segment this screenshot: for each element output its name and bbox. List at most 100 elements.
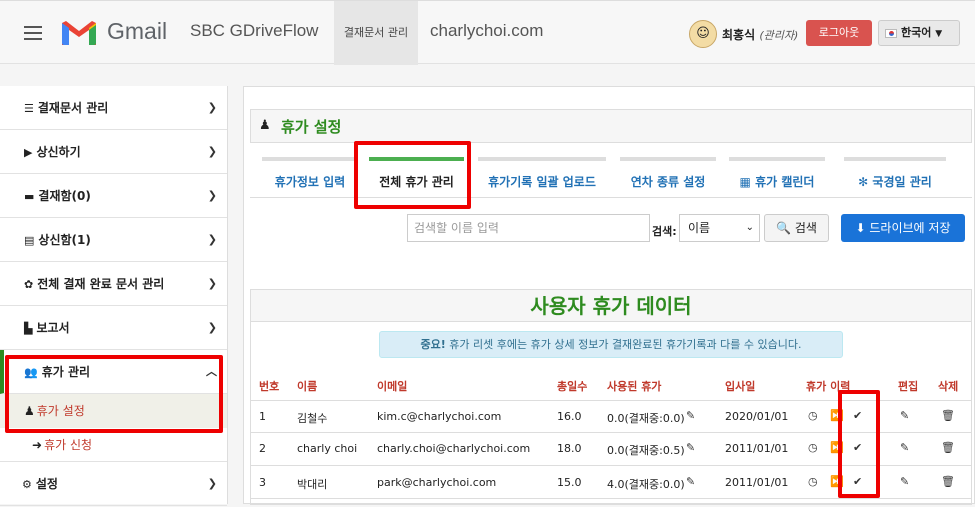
row-divider	[251, 498, 971, 499]
calendar-icon: ▦	[739, 175, 751, 189]
search-field-select[interactable]: 이름 ⌄	[679, 214, 760, 242]
language-label: 한국어	[901, 26, 932, 39]
sidebar-item-settings[interactable]: ⚙ 설정 ❯	[0, 462, 227, 506]
tab-calendar[interactable]: ▦ 휴가 캘린더	[729, 157, 825, 197]
tab-label: 국경일 관리	[872, 175, 932, 189]
app-name[interactable]: SBC GDriveFlow	[190, 21, 318, 41]
cell-total: 18.0	[557, 442, 582, 455]
list-box-icon: ▤	[24, 234, 35, 247]
sidebar-subitem-label: 휴가 신청	[44, 438, 93, 452]
hamburger-menu-icon[interactable]	[24, 26, 42, 44]
sidebar-item-label: 결재함(0)	[38, 189, 91, 203]
notice-banner: 중요! 휴가 리셋 후에는 휴가 상세 정보가 결재완료된 휴가기록과 다를 수…	[379, 331, 843, 358]
cell-no: 1	[259, 410, 266, 423]
edit-icon[interactable]: ✎	[900, 441, 909, 454]
highlight-box-history	[838, 390, 880, 498]
chevron-down-icon: ⌄	[745, 222, 754, 233]
cell-total: 16.0	[557, 410, 582, 423]
column-header-delete: 삭제	[938, 380, 959, 393]
document-icon: ▙	[24, 322, 33, 335]
cog-icon: ⚙	[22, 478, 32, 491]
sidebar-item-inbox[interactable]: ▬ 결재함(0) ❯	[0, 174, 227, 218]
cell-email: kim.c@charlychoi.com	[377, 410, 502, 423]
cell-name: 박대리	[297, 478, 328, 491]
search-button-label: 검색	[794, 221, 817, 235]
sidebar-item-label: 결재문서 관리	[37, 101, 109, 115]
history-icon[interactable]: ◷	[808, 409, 818, 422]
cell-used: 0.0(결재중:0.5)	[607, 444, 685, 457]
column-header-edit: 편집	[898, 380, 919, 393]
page-title: 휴가 설정	[281, 118, 342, 136]
user-name-text: 최홍식	[722, 28, 756, 42]
edit-icon[interactable]: ✎	[900, 475, 909, 488]
cell-name: 김철수	[297, 412, 328, 425]
section-title: 사용자 휴가 데이터	[251, 290, 971, 322]
highlight-box-sidebar	[5, 355, 223, 433]
search-button[interactable]: 🔍 검색	[764, 214, 829, 242]
sidebar-item-completed-docs[interactable]: ✿ 전체 결재 완료 문서 관리 ❯	[0, 262, 227, 306]
chevron-down-icon: ❯	[207, 277, 217, 290]
chevron-down-icon: ❯	[207, 477, 217, 490]
edit-used-icon[interactable]: ✎	[686, 409, 695, 422]
domain-label: charlychoi.com	[430, 21, 544, 40]
notice-text: 휴가 리셋 후에는 휴가 상세 정보가 결재완료된 휴가기록과 다를 수 있습니…	[449, 338, 802, 351]
tab-bulk-upload[interactable]: 휴가기록 일괄 업로드	[478, 157, 606, 197]
gmail-logo-icon[interactable]	[60, 19, 98, 47]
trash-icon[interactable]: 🗑	[941, 409, 955, 422]
drive-button-label: 드라이브에 저장	[869, 221, 951, 235]
sidebar-item-label: 전체 결재 완료 문서 관리	[37, 277, 165, 291]
edit-used-icon[interactable]: ✎	[686, 475, 695, 488]
column-header-total: 총일수	[557, 380, 588, 393]
gmail-wordmark[interactable]: Gmail	[107, 18, 167, 45]
save-to-drive-button[interactable]: ⬇ 드라이브에 저장	[841, 214, 965, 242]
asterisk-icon: ✻	[858, 175, 869, 189]
history-icon[interactable]: ◷	[808, 475, 818, 488]
select-value: 이름	[688, 221, 711, 235]
cell-email: park@charlychoi.com	[377, 476, 497, 489]
highlight-box-tab	[354, 141, 471, 209]
cell-joined: 2011/01/01	[725, 476, 789, 489]
sidebar-item-reports[interactable]: ▙ 보고서 ❯	[0, 306, 227, 350]
column-header-email: 이메일	[377, 380, 408, 393]
edit-used-icon[interactable]: ✎	[686, 441, 695, 454]
korea-flag-icon	[885, 28, 897, 38]
sidebar-item-label: 상신하기	[36, 145, 81, 159]
sidebar-subitem-vacation-request[interactable]: ➜ 휴가 신청	[0, 428, 227, 462]
search-input[interactable]: 검색할 이름 입력	[407, 214, 650, 242]
language-selector[interactable]: 한국어 ▼	[878, 20, 960, 46]
user-name: 최홍식 (관리자)	[722, 26, 798, 43]
sidebar-item-outbox[interactable]: ▤ 상신함(1) ❯	[0, 218, 227, 262]
arrow-down-icon: ⬇	[855, 221, 866, 235]
panel-header: ♟ 휴가 설정	[250, 109, 972, 143]
tab-holidays[interactable]: ✻ 국경일 관리	[844, 157, 946, 197]
chevron-down-icon: ❯	[207, 101, 217, 114]
trash-icon[interactable]: 🗑	[941, 441, 955, 454]
sidebar-item-label: 보고서	[36, 321, 70, 335]
sign-in-icon: ➜	[32, 438, 43, 452]
tab-leave-types[interactable]: 연차 종류 설정	[620, 157, 716, 197]
trash-icon[interactable]: 🗑	[941, 475, 955, 488]
search-label: 검색:	[652, 225, 677, 238]
chevron-down-icon: ❯	[207, 189, 217, 202]
cell-total: 15.0	[557, 476, 582, 489]
column-header-no: 번호	[259, 380, 280, 393]
avatar[interactable]: ☺	[689, 20, 717, 48]
user-role: (관리자)	[759, 29, 799, 42]
chevron-down-icon: ❯	[207, 145, 217, 158]
history-icon[interactable]: ◷	[808, 441, 818, 454]
logout-button[interactable]: 로그아웃	[806, 20, 872, 46]
nav-approval-docs[interactable]: 결재문서 관리	[334, 1, 418, 65]
sidebar: ☰ 결재문서 관리 ❯ ▶ 상신하기 ❯ ▬ 결재함(0) ❯ ▤ 상신함(1) ❯ ✿ 전체 결…	[0, 86, 228, 506]
cell-used: 0.0(결재중:0.0)	[607, 412, 685, 425]
sidebar-item-submit[interactable]: ▶ 상신하기 ❯	[0, 130, 227, 174]
cell-joined: 2020/01/01	[725, 410, 789, 423]
user-icon: ♟	[259, 118, 271, 133]
edit-icon[interactable]: ✎	[900, 409, 909, 422]
sidebar-item-approval-docs[interactable]: ☰ 결재문서 관리 ❯	[0, 86, 227, 130]
tab-vacation-info[interactable]: 휴가정보 입력	[262, 157, 358, 197]
tab-label: 휴가 캘린더	[755, 175, 815, 189]
column-header-used: 사용된 휴가	[607, 380, 662, 393]
column-header-name: 이름	[297, 380, 318, 393]
sidebar-item-label: 상신함(1)	[38, 233, 91, 247]
chevron-down-icon: ❯	[207, 233, 217, 246]
